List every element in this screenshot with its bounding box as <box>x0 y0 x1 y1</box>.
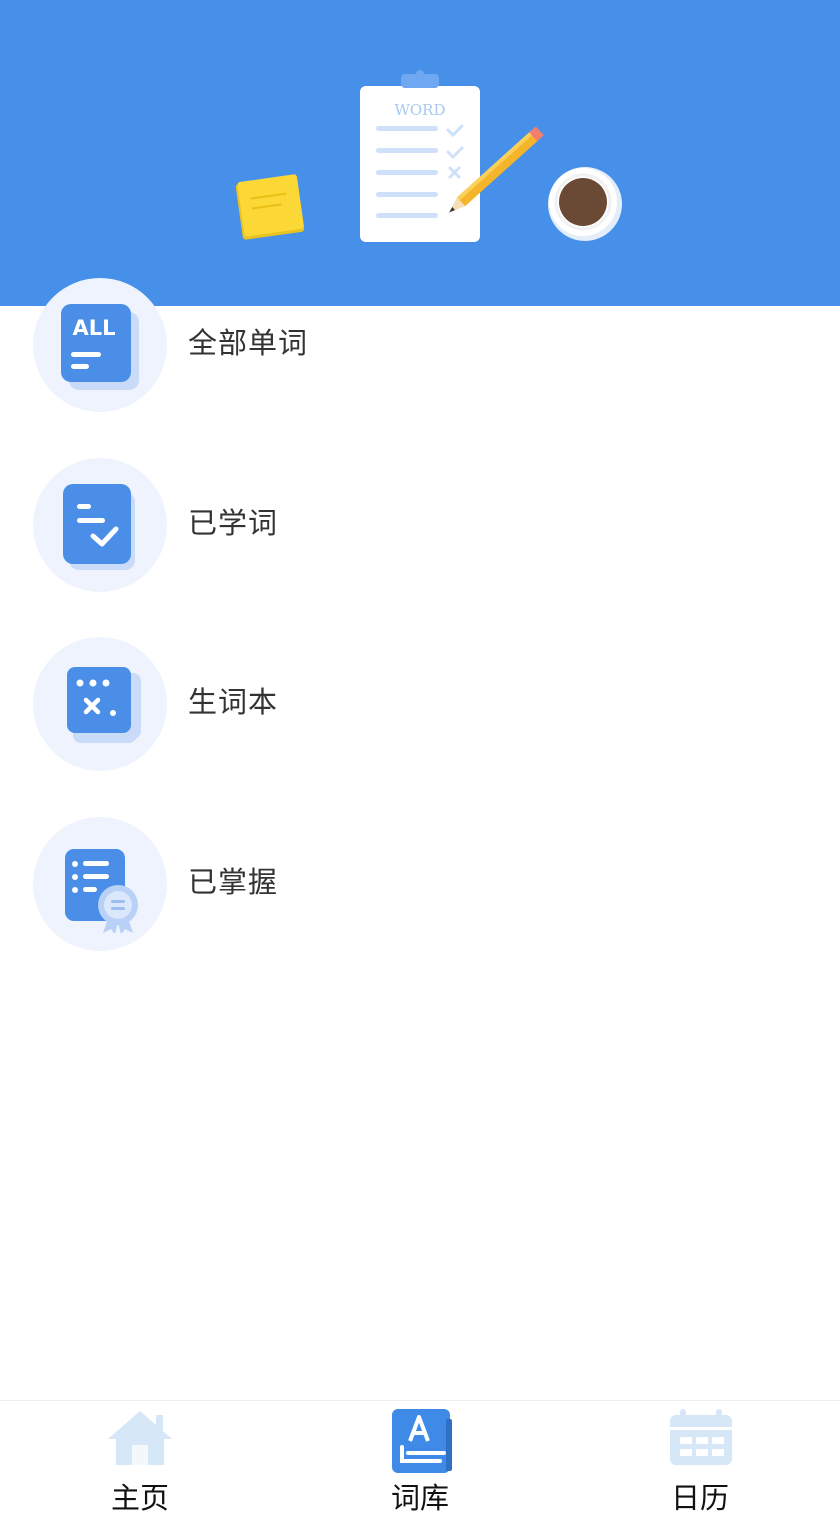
bottom-tab-bar: 主页 词库 日历 <box>0 1400 840 1516</box>
tab-label: 词库 <box>390 1481 449 1515</box>
all-words-icon-circle: ALL <box>33 278 167 412</box>
tab-label: 日历 <box>670 1481 729 1515</box>
tab-label: 主页 <box>110 1481 169 1515</box>
new-words-notebook-icon <box>67 667 141 743</box>
menu-item-all-words[interactable]: ALL 全部单词 <box>0 268 840 418</box>
header-banner: WORD <box>0 0 840 306</box>
word-clipboard-illustration: WORD <box>235 70 622 242</box>
word-library-icon <box>392 1409 452 1473</box>
home-icon <box>108 1411 172 1465</box>
all-words-icon: ALL <box>61 304 139 390</box>
coffee-cup-icon <box>548 167 622 241</box>
new-words-notebook-icon-circle <box>33 637 167 771</box>
menu-item-label: 已掌握 <box>188 865 279 899</box>
menu-item-learned-words[interactable]: 已学词 <box>0 448 840 598</box>
tab-home[interactable]: 主页 <box>0 1401 280 1516</box>
learned-words-icon-circle <box>33 458 167 592</box>
mastered-words-icon-circle <box>33 817 167 951</box>
clipboard-icon: WORD <box>360 70 480 242</box>
mastered-words-icon <box>65 849 138 933</box>
calendar-icon <box>670 1409 732 1465</box>
menu-item-new-words-notebook[interactable]: 生词本 <box>0 627 840 777</box>
tab-word-library[interactable]: 词库 <box>280 1401 560 1516</box>
menu-item-mastered-words[interactable]: 已掌握 <box>0 807 840 957</box>
svg-text:WORD: WORD <box>394 101 445 119</box>
menu-item-label: 全部单词 <box>188 326 309 360</box>
svg-text:ALL: ALL <box>72 316 115 340</box>
sticky-note-icon <box>235 174 305 240</box>
menu-item-label: 已学词 <box>188 506 279 540</box>
learned-words-icon <box>63 484 135 570</box>
menu-item-label: 生词本 <box>188 685 279 719</box>
tab-calendar[interactable]: 日历 <box>560 1401 840 1516</box>
